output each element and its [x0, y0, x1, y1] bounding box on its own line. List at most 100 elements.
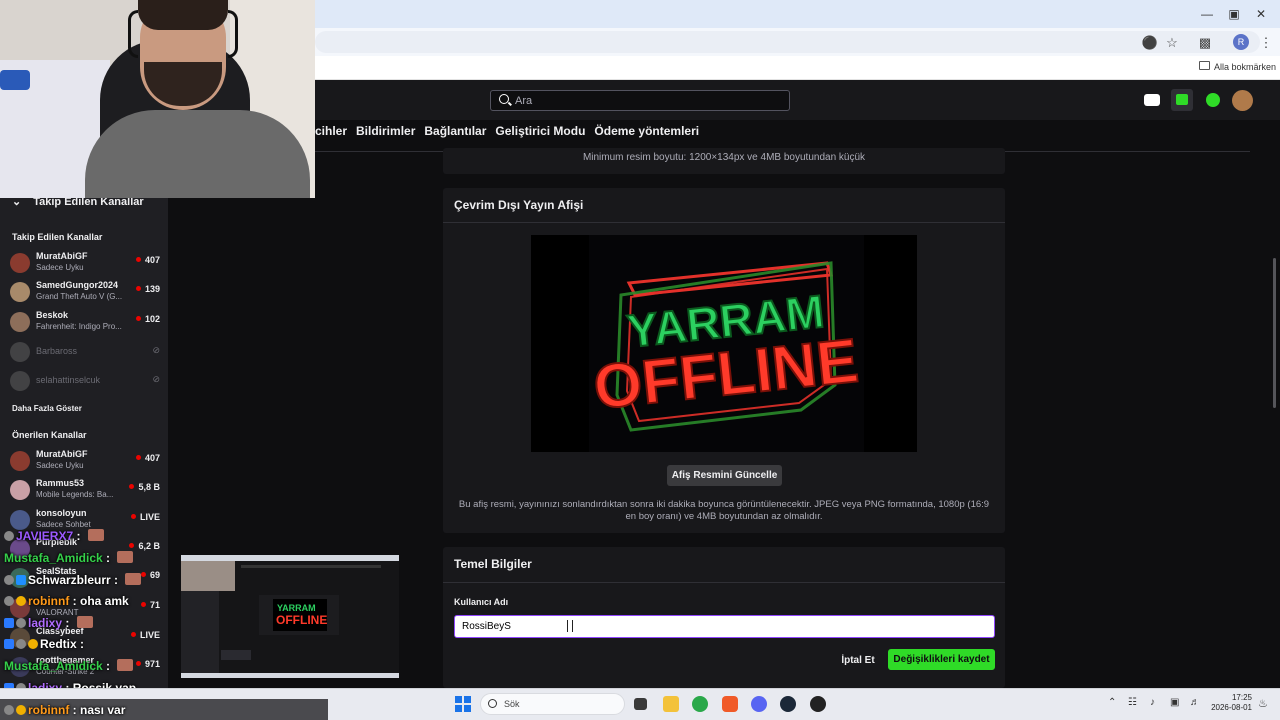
viewer-count: LIVE: [131, 512, 160, 522]
avatar: [10, 312, 30, 332]
display-icon[interactable]: ▣: [1170, 697, 1179, 708]
divider: [443, 222, 1005, 223]
address-bar[interactable]: [315, 31, 1260, 53]
creator-tool-icon[interactable]: [1171, 89, 1193, 111]
restore-icon[interactable]: ▣: [1221, 4, 1247, 24]
avatar: [10, 371, 30, 391]
chat-username: Mustafa_Amidick: [4, 659, 103, 673]
kick-icon[interactable]: [1206, 93, 1220, 107]
notification-bell-icon[interactable]: ♨: [1258, 697, 1268, 710]
steam-icon[interactable]: [780, 696, 796, 712]
tab-connections[interactable]: Bağlantılar: [424, 124, 486, 148]
viewer-count: 139: [136, 284, 160, 294]
sub-badge-icon: [4, 618, 14, 628]
volume-icon[interactable]: ♬: [1190, 697, 1200, 708]
bookmark-star-icon[interactable]: ☆: [1163, 34, 1181, 52]
channel-name: konsoloyun: [36, 508, 87, 518]
chat-message: JAVIERX7 :: [4, 529, 104, 543]
chat-text: oha amk: [80, 594, 129, 608]
password-key-icon[interactable]: ⚫: [1141, 34, 1159, 52]
viewer-count: 6,2 B: [129, 541, 160, 551]
brave-icon[interactable]: [722, 696, 738, 712]
followed-header: Takip Edilen Kanallar: [12, 232, 103, 242]
followed-channel-offline[interactable]: selahattinselcuk ⊘: [10, 369, 160, 395]
browser-menu-icon[interactable]: ⋮: [1257, 34, 1275, 52]
chat-text: nası var: [80, 703, 126, 717]
recommended-channel[interactable]: Rammus53 Mobile Legends: Ba... 5,8 B: [10, 478, 160, 504]
username-input[interactable]: [454, 615, 995, 638]
viewer-count: 407: [136, 255, 160, 265]
task-view-icon[interactable]: [634, 698, 647, 710]
min-resolution-note: Minimum resim boyutu: 1200×134px ve 4MB …: [582, 152, 866, 163]
file-explorer-icon[interactable]: [663, 696, 679, 712]
chat-badge-icon: [16, 618, 26, 628]
recommended-channel[interactable]: MuratAbiGF Sadece Uyku 407: [10, 449, 160, 475]
channel-name: Barbaross: [36, 346, 78, 356]
save-changes-button[interactable]: Değişiklikleri kaydet: [888, 649, 995, 670]
microphone-icon[interactable]: ♪: [1150, 697, 1155, 708]
channel-name: selahattinselcuk: [36, 375, 101, 385]
clock-date: 2026-08-01: [1211, 703, 1252, 712]
followed-channel[interactable]: SamedGungor2024 Grand Theft Auto V (G... 1…: [10, 280, 160, 306]
offline-banner-art: YARRAM OFFLINE: [589, 261, 862, 432]
close-icon[interactable]: ✕: [1248, 4, 1274, 24]
chrome-icon[interactable]: [692, 696, 708, 712]
avatar: [10, 253, 30, 273]
chat-message: Mustafa_Amidick :: [4, 659, 134, 673]
user-avatar[interactable]: [1232, 90, 1253, 111]
followed-channel-offline[interactable]: Barbaross ⊘: [10, 340, 160, 366]
viewer-count: 407: [136, 453, 160, 463]
chat-username: robinnf: [28, 703, 70, 717]
cancel-button[interactable]: İptal Et: [838, 651, 878, 669]
chat-username: JAVIERX7: [16, 529, 74, 543]
mini-banner-line2: OFFLINE: [276, 613, 328, 627]
viewer-count: 69: [141, 570, 160, 580]
chat-username: Redtix: [40, 637, 77, 651]
channel-game: Grand Theft Auto V (G...: [36, 292, 123, 301]
mini-banner-line1: YARRAM: [277, 603, 316, 613]
network-icon[interactable]: ☷: [1128, 697, 1137, 708]
tab-preferences[interactable]: cihler: [315, 124, 347, 148]
windows-start-icon[interactable]: [455, 696, 471, 712]
channel-name: MuratAbiGF: [36, 449, 88, 459]
chat-badge-icon: [16, 639, 26, 649]
app-icon[interactable]: [810, 696, 826, 712]
offline-banner-image: YARRAM OFFLINE: [531, 235, 917, 452]
update-banner-button[interactable]: Afiş Resmini Güncelle: [667, 465, 782, 486]
offline-icon: ⊘: [152, 374, 160, 384]
taskbar-clock[interactable]: 17:25 2026-08-01: [1206, 693, 1252, 713]
chat-username: robinnf: [28, 594, 70, 608]
taskbar-search-input[interactable]: [480, 693, 625, 715]
chat-username: Mustafa_Amidick: [4, 551, 103, 565]
show-more-link[interactable]: Daha Fazla Göster: [12, 404, 82, 413]
chevron-up-icon[interactable]: ⌃: [1108, 697, 1116, 708]
viewer-count: 971: [136, 659, 160, 669]
clock-time: 17:25: [1231, 693, 1252, 702]
avatar: [10, 342, 30, 362]
emote-icon: [117, 659, 134, 671]
mod-view-icon[interactable]: [1144, 94, 1160, 106]
channel-name: MuratAbiGF: [36, 251, 88, 261]
gift-badge-icon: [28, 639, 38, 649]
followed-channel[interactable]: Beskok Fahrenheit: Indigo Pro... 102: [10, 310, 160, 336]
channel-name: Beskok: [36, 310, 69, 320]
scrollbar[interactable]: [1273, 258, 1276, 408]
offline-icon: ⊘: [152, 345, 160, 355]
tab-payment-methods[interactable]: Ödeme yöntemleri: [594, 124, 699, 148]
emote-icon: [125, 573, 142, 585]
banner-help-text: Bu afiş resmi, yayınınızı sonlandırdıkta…: [458, 499, 990, 522]
profile-avatar[interactable]: R: [1233, 34, 1249, 50]
chat-message: Redtix :: [4, 637, 84, 651]
avatar: [10, 480, 30, 500]
chat-message: robinnf : oha amk: [4, 594, 129, 608]
chat-badge-icon: [4, 575, 14, 585]
extensions-puzzle-icon[interactable]: ▩: [1196, 34, 1214, 52]
search-input[interactable]: [490, 90, 790, 111]
all-bookmarks-link[interactable]: Alla bokmärken: [1214, 62, 1276, 72]
tab-developer-mode[interactable]: Geliştirici Modu: [495, 124, 585, 148]
channel-name: Rammus53: [36, 478, 85, 488]
tab-notifications[interactable]: Bildirimler: [356, 124, 415, 148]
minimize-icon[interactable]: —: [1194, 4, 1220, 24]
followed-channel[interactable]: MuratAbiGF Sadece Uyku 407: [10, 251, 160, 277]
discord-icon[interactable]: [751, 696, 767, 712]
